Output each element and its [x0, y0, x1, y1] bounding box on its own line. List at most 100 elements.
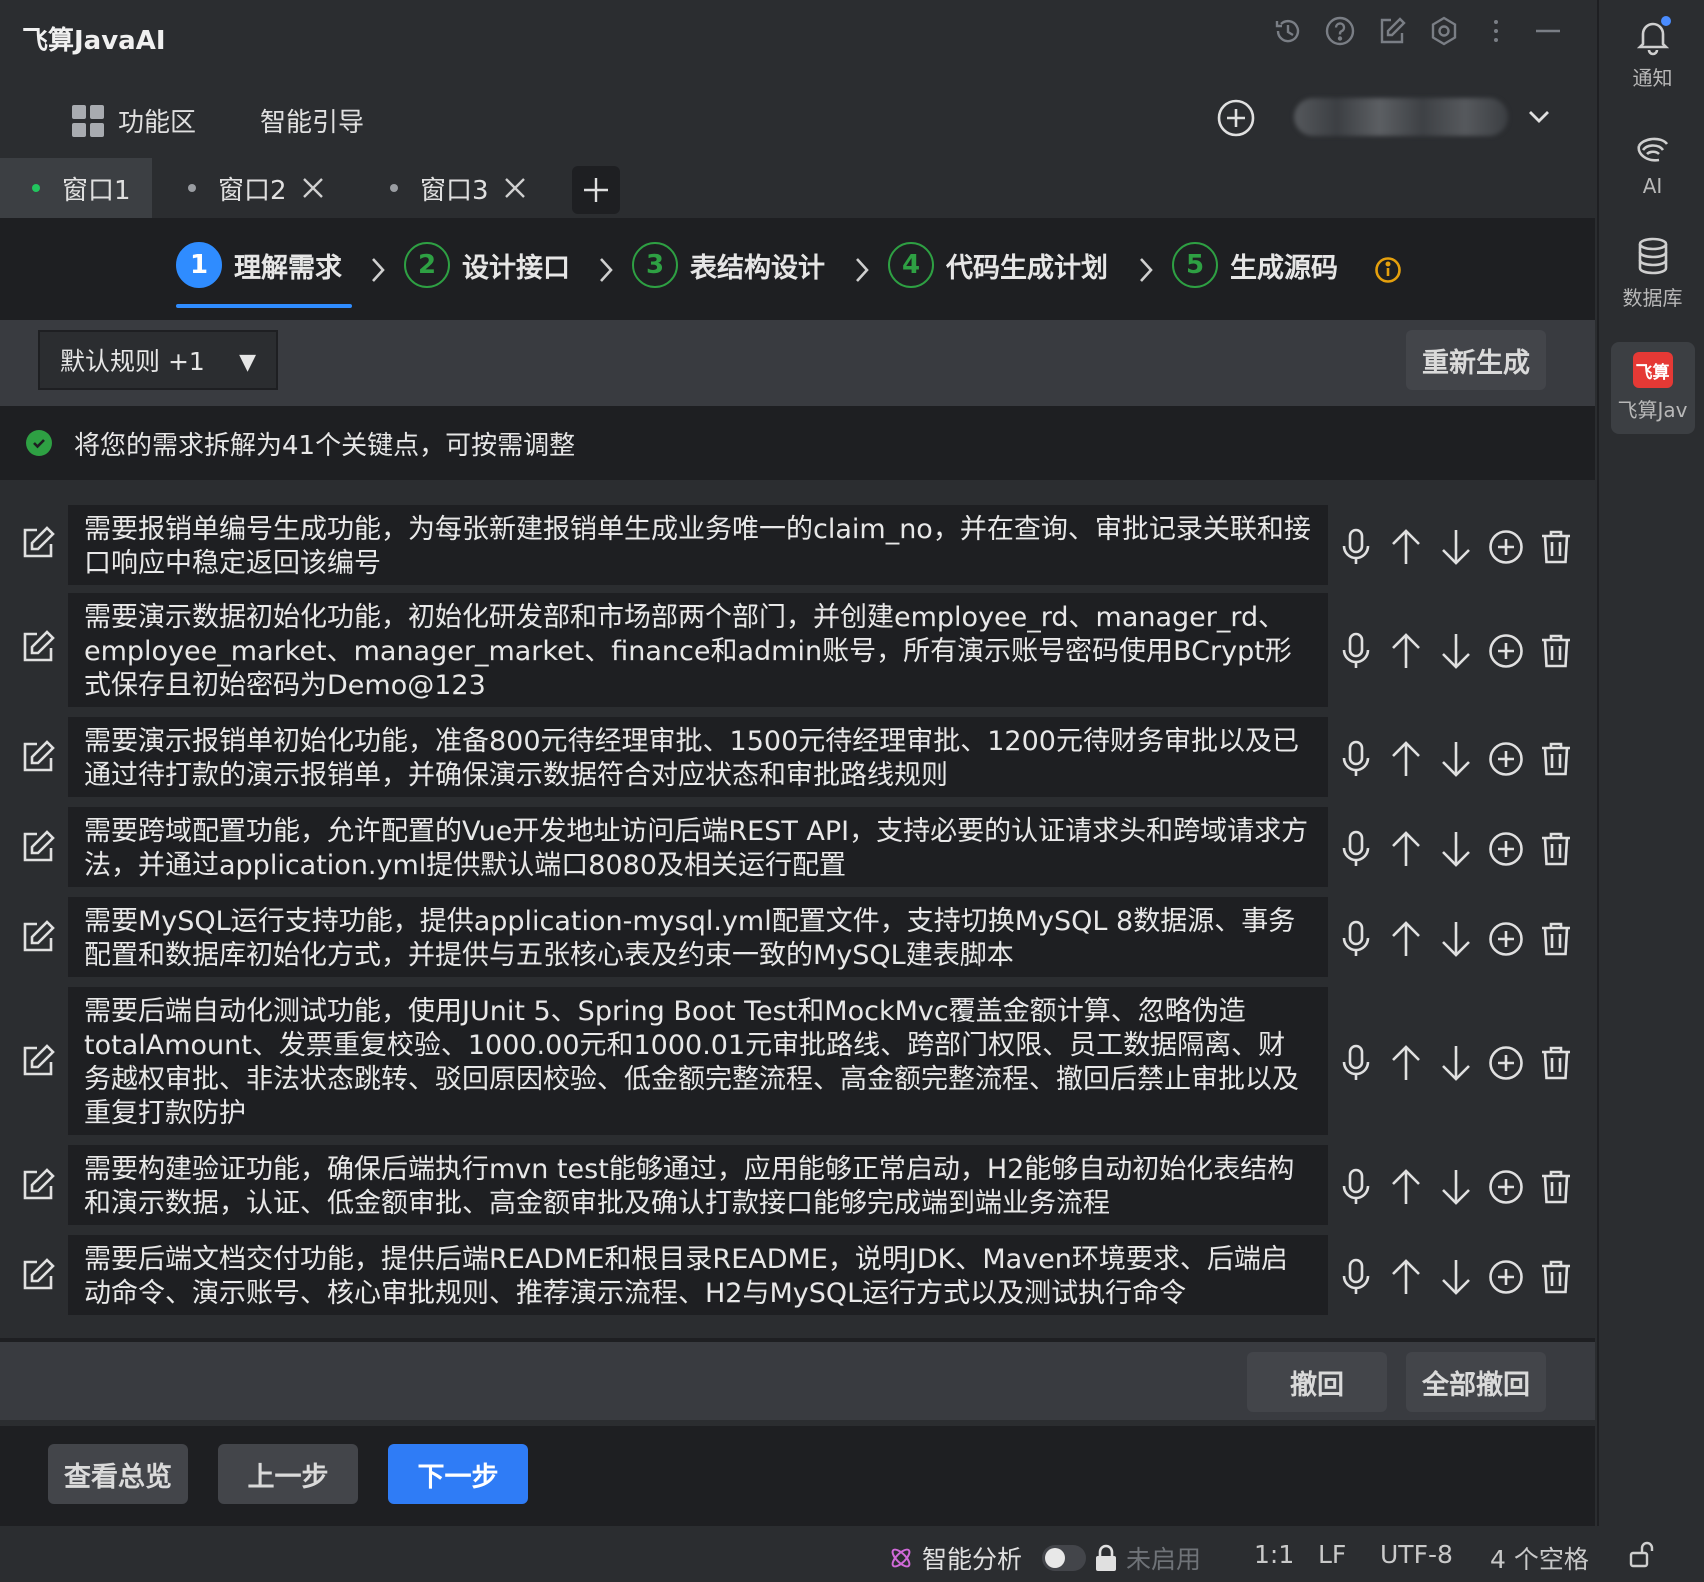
info-icon[interactable] [1374, 256, 1402, 284]
close-icon[interactable] [503, 176, 527, 200]
microphone-icon[interactable] [1336, 1257, 1376, 1297]
account-selector-blurred[interactable] [1294, 98, 1508, 136]
arrow-up-icon[interactable] [1386, 631, 1426, 671]
microphone-icon[interactable] [1336, 1043, 1376, 1083]
settings-icon[interactable] [1427, 14, 1461, 48]
trash-icon[interactable] [1536, 1043, 1576, 1083]
arrow-down-icon[interactable] [1436, 1257, 1476, 1297]
microphone-icon[interactable] [1336, 829, 1376, 869]
microphone-icon[interactable] [1336, 739, 1376, 779]
toggle-switch[interactable] [1042, 1545, 1087, 1571]
function-area-button[interactable]: 功能区 [72, 102, 196, 139]
help-icon[interactable] [1323, 14, 1357, 48]
add-circle-icon[interactable] [1486, 1257, 1526, 1297]
edit-icon[interactable] [20, 525, 56, 561]
requirement-text[interactable]: 需要演示报销单初始化功能，准备800元待经理审批、1500元待经理审批、1200… [68, 717, 1328, 797]
requirement-text[interactable]: 需要构建验证功能，确保后端执行mvn test能够通过，应用能够正常启动，H2能… [68, 1145, 1328, 1225]
arrow-down-icon[interactable] [1436, 631, 1476, 671]
trash-icon[interactable] [1536, 829, 1576, 869]
microphone-icon[interactable] [1336, 527, 1376, 567]
requirement-text[interactable]: 需要后端自动化测试功能，使用JUnit 5、Spring Boot Test和M… [68, 987, 1328, 1135]
arrow-up-icon[interactable] [1386, 1043, 1426, 1083]
arrow-down-icon[interactable] [1436, 1043, 1476, 1083]
cursor-position[interactable]: 1:1 [1254, 1540, 1294, 1569]
requirement-text[interactable]: 需要报销单编号生成功能，为每张新建报销单生成业务唯一的claim_no，并在查询… [68, 505, 1328, 585]
close-icon[interactable] [301, 176, 325, 200]
microphone-icon[interactable] [1336, 919, 1376, 959]
edit-icon[interactable] [20, 1167, 56, 1203]
regenerate-button[interactable]: 重新生成 [1406, 330, 1546, 390]
smart-guide-button[interactable]: 智能引导 [260, 102, 364, 139]
requirement-text[interactable]: 需要演示数据初始化功能，初始化研发部和市场部两个部门，并创建employee_r… [68, 593, 1328, 707]
feisuan-button[interactable]: 飞算 飞算Jav [1599, 352, 1704, 423]
requirement-text[interactable]: 需要后端文档交付功能，提供后端README和根目录README，说明JDK、Ma… [68, 1235, 1328, 1315]
tab-window-2[interactable]: 窗口2 [188, 158, 325, 218]
edit-icon[interactable] [20, 829, 56, 865]
arrow-down-icon[interactable] [1436, 919, 1476, 959]
step-4[interactable]: 4 代码生成计划 [888, 242, 1108, 288]
add-circle-icon[interactable] [1486, 919, 1526, 959]
edit-icon[interactable] [20, 629, 56, 665]
trash-icon[interactable] [1536, 919, 1576, 959]
tab-window-1[interactable]: 窗口1 [0, 158, 152, 218]
edit-note-icon[interactable] [1375, 14, 1409, 48]
step-2[interactable]: 2 设计接口 [404, 242, 570, 288]
add-circle-icon[interactable] [1486, 527, 1526, 567]
lock-status[interactable]: 未启用 [1094, 1540, 1201, 1576]
step-5[interactable]: 5 生成源码 [1172, 242, 1338, 288]
edit-icon[interactable] [20, 1043, 56, 1079]
arrow-down-icon[interactable] [1436, 1167, 1476, 1207]
add-circle-icon[interactable] [1486, 631, 1526, 671]
step-1[interactable]: 1 理解需求 [176, 242, 342, 288]
smart-analysis-toggle[interactable]: 智能分析 [888, 1540, 1087, 1576]
minimize-icon[interactable] [1531, 14, 1565, 48]
trash-icon[interactable] [1536, 527, 1576, 567]
arrow-down-icon[interactable] [1436, 739, 1476, 779]
dropdown-triangle-icon: ▼ [239, 350, 256, 375]
add-circle-icon[interactable] [1486, 1043, 1526, 1083]
history-icon[interactable] [1271, 14, 1305, 48]
step-3[interactable]: 3 表结构设计 [632, 242, 825, 288]
notifications-button[interactable]: 通知 [1599, 16, 1704, 91]
add-circle-icon[interactable] [1486, 739, 1526, 779]
ai-button[interactable]: AI [1599, 128, 1704, 198]
file-encoding[interactable]: UTF-8 [1380, 1540, 1453, 1569]
edit-icon[interactable] [20, 919, 56, 955]
edit-icon[interactable] [20, 739, 56, 775]
step-label: 理解需求 [234, 252, 342, 284]
add-circle-icon[interactable] [1486, 829, 1526, 869]
database-button[interactable]: 数据库 [1599, 236, 1704, 311]
line-ending[interactable]: LF [1318, 1540, 1346, 1569]
edit-icon[interactable] [20, 1257, 56, 1293]
more-icon[interactable] [1479, 14, 1513, 48]
add-circle-icon[interactable] [1216, 98, 1256, 138]
trash-icon[interactable] [1536, 1167, 1576, 1207]
arrow-down-icon[interactable] [1436, 527, 1476, 567]
microphone-icon[interactable] [1336, 631, 1376, 671]
requirement-text[interactable]: 需要MySQL运行支持功能，提供application-mysql.yml配置文… [68, 897, 1328, 977]
arrow-up-icon[interactable] [1386, 739, 1426, 779]
arrow-up-icon[interactable] [1386, 919, 1426, 959]
tab-window-3[interactable]: 窗口3 [390, 158, 527, 218]
arrow-up-icon[interactable] [1386, 829, 1426, 869]
indent-setting[interactable]: 4 个空格 [1490, 1540, 1589, 1576]
prev-step-button[interactable]: 上一步 [218, 1444, 358, 1504]
microphone-icon[interactable] [1336, 1167, 1376, 1207]
unlock-icon[interactable] [1628, 1540, 1656, 1568]
overview-button[interactable]: 查看总览 [48, 1444, 188, 1504]
trash-icon[interactable] [1536, 631, 1576, 671]
arrow-down-icon[interactable] [1436, 829, 1476, 869]
trash-icon[interactable] [1536, 1257, 1576, 1297]
trash-icon[interactable] [1536, 739, 1576, 779]
undo-all-button[interactable]: 全部撤回 [1406, 1352, 1546, 1412]
requirement-text[interactable]: 需要跨域配置功能，允许配置的Vue开发地址访问后端REST API，支持必要的认… [68, 807, 1328, 887]
arrow-up-icon[interactable] [1386, 527, 1426, 567]
undo-button[interactable]: 撤回 [1247, 1352, 1387, 1412]
new-tab-button[interactable] [572, 166, 620, 214]
chevron-down-icon[interactable] [1524, 102, 1554, 132]
arrow-up-icon[interactable] [1386, 1257, 1426, 1297]
rule-dropdown[interactable]: 默认规则 +1 ▼ [38, 330, 278, 390]
next-step-button[interactable]: 下一步 [388, 1444, 528, 1504]
arrow-up-icon[interactable] [1386, 1167, 1426, 1207]
add-circle-icon[interactable] [1486, 1167, 1526, 1207]
